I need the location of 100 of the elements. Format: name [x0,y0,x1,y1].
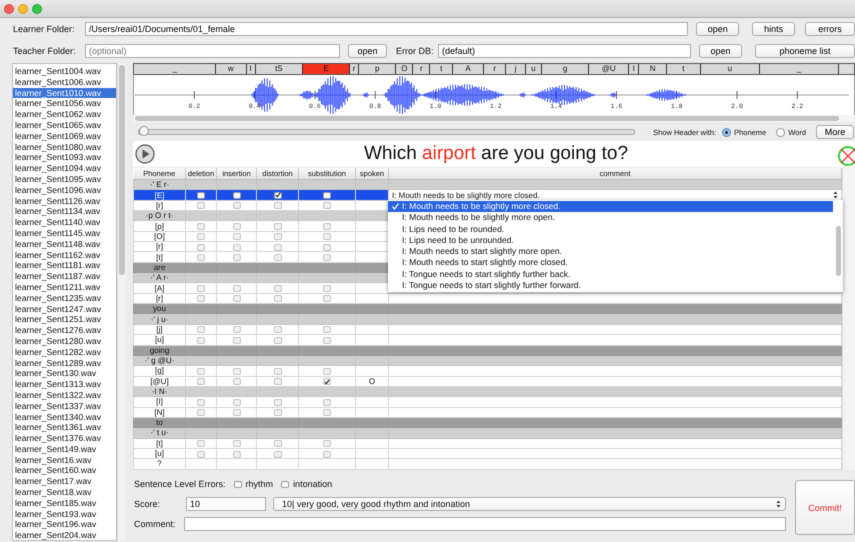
phoneme-segment[interactable]: u [700,64,760,74]
phoneme-segment[interactable]: p [359,64,396,74]
error-db-field[interactable]: (default) [438,44,691,58]
comment-dropdown[interactable]: I: Mouth needs to be slightly more closed. [389,190,842,200]
checkbox[interactable] [323,192,331,199]
scrollbar[interactable] [133,115,855,122]
file-item[interactable]: learner_Sent1280.wav [13,336,116,347]
file-item[interactable]: learner_Sent18.wav [13,487,116,498]
file-item[interactable]: learner_Sent185.wav [13,498,116,509]
menu-item[interactable]: I: Tongue needs to start slightly further forward. [388,280,833,292]
score-dropdown[interactable]: 10| very good, very good rhythm and intonation [273,497,786,511]
phoneme-segment[interactable]: g [542,64,590,74]
file-item[interactable]: learner_Sent1340.wav [13,412,116,422]
menu-item[interactable]: I: Mouth needs to be slightly more closed. [388,201,833,212]
checkbox[interactable]: rhythm [234,479,274,489]
file-item[interactable]: learner_Sent1289.wav [13,358,116,368]
file-item[interactable]: learner_Sent1235.wav [13,292,116,304]
file-item[interactable]: learner_Sent1282.wav [13,346,116,358]
phoneme-segment[interactable]: A [453,64,484,74]
file-item[interactable]: learner_Sent1069.wav [13,130,116,142]
phoneme-segment[interactable]: I [629,64,640,74]
close-icon[interactable] [4,4,14,14]
phoneme-segment[interactable]: t [666,64,701,74]
file-item[interactable]: learner_Sent1140.wav [13,217,116,228]
menu-item[interactable]: I: Lips need to be unrounded. [388,234,833,246]
phoneme-segment[interactable]: _ [760,64,840,74]
zoom-icon[interactable] [32,4,42,14]
checkbox[interactable] [197,192,205,199]
open-button[interactable]: open [699,44,742,58]
file-item[interactable]: learner_Sent1247.wav [13,304,116,314]
file-item[interactable]: learner_Sent1065.wav [13,120,116,131]
phoneme-segment[interactable]: _ [135,64,216,74]
file-item[interactable]: learner_Sent1181.wav [13,260,116,272]
errors-button[interactable]: errors [805,22,855,36]
phoneme-list-button[interactable]: phoneme list [755,44,855,58]
checkbox[interactable] [323,378,331,386]
file-item[interactable]: learner_Sent1126.wav [13,196,116,206]
file-item[interactable]: learner_Sent16.wav [13,454,116,466]
learner-folder-field[interactable]: /Users/reai01/Documents/01_female [84,22,688,36]
phoneme-segment[interactable]: N [639,64,667,74]
file-item[interactable]: learner_Sent130.wav [13,368,116,380]
file-item[interactable]: learner_Sent1095.wav [13,174,116,185]
play-icon[interactable] [135,144,155,164]
file-item[interactable]: learner_Sent1080.wav [13,142,116,152]
scrollbar[interactable] [842,168,855,470]
minimize-icon[interactable] [18,4,28,14]
scrollbar[interactable] [117,63,126,541]
phoneme-segment[interactable]: t [430,64,454,74]
phoneme-segment[interactable]: u [526,64,542,74]
phoneme-segment[interactable]: r [413,64,430,74]
file-item[interactable]: learner_Sent196.wav [13,519,116,530]
file-item[interactable]: learner_Sent1322.wav [13,390,116,401]
menu-item[interactable]: I: Tongue needs to start slightly further back. [388,268,833,280]
file-item[interactable]: learner_Sent1010.wav [13,88,116,98]
file-item[interactable]: learner_Sent1313.wav [13,379,116,390]
checkbox[interactable]: intonation [281,479,332,489]
file-item[interactable]: learner_Sent1187.wav [13,271,116,282]
file-item[interactable]: learner_Sent160.wav [13,465,116,476]
open-button[interactable]: open [696,22,740,36]
file-item[interactable]: learner_Sent1004.wav [13,66,116,77]
file-item[interactable]: learner_Sent1162.wav [13,250,116,260]
checkbox[interactable] [232,192,240,199]
file-item[interactable]: learner_Sent1096.wav [13,184,116,196]
playback-slider[interactable] [138,129,635,135]
file-item[interactable]: learner_Sent1056.wav [13,98,116,110]
file-item[interactable]: learner_Sent17.wav [13,476,116,488]
file-item[interactable]: learner_Sent1094.wav [13,163,116,174]
phoneme-segment[interactable]: r [484,64,506,74]
hints-button[interactable]: hints [752,22,796,36]
file-item[interactable]: learner_Sent1134.wav [13,206,116,218]
file-item[interactable]: learner_Sent149.wav [13,444,116,455]
menu-item[interactable]: I: Lips need to be rounded. [388,224,833,235]
cancel-icon[interactable] [837,145,855,167]
phoneme-segment[interactable]: tS [256,64,304,74]
score-field[interactable]: 10 [186,497,266,511]
phoneme-segment[interactable]: j [506,64,526,74]
file-item[interactable]: learner_Sent1145.wav [13,228,116,239]
phoneme-segment[interactable]: O [396,64,414,74]
menu-item[interactable]: I: Mouth needs to start slightly more open. [388,246,833,258]
file-item[interactable]: learner_Sent1062.wav [13,109,116,120]
phoneme-segment[interactable]: @U [589,64,629,74]
file-item[interactable]: learner_Sent1337.wav [13,400,116,412]
file-item[interactable]: learner_Sent1006.wav [13,76,116,88]
menu-item[interactable]: I: Mouth needs to start slightly more closed. [388,257,833,269]
more-button[interactable]: More [816,125,854,139]
checkbox[interactable] [274,192,282,199]
file-item[interactable]: learner_Sent1148.wav [13,238,116,250]
file-item[interactable]: learner_Sent1376.wav [13,433,116,444]
phoneme-segment[interactable]: w [216,64,246,74]
file-item[interactable]: learner_Sent193.wav [13,508,116,520]
teacher-folder-field[interactable]: (optional) [85,44,340,58]
open-button[interactable]: open [348,44,387,58]
file-item[interactable]: learner_Sent1276.wav [13,325,116,336]
file-item[interactable]: learner_Sent1251.wav [13,314,116,326]
file-item[interactable]: learner_Sent204.wav [13,530,116,540]
file-item[interactable]: learner_Sent1361.wav [13,422,116,434]
file-item[interactable]: learner_Sent1093.wav [13,152,116,164]
comment-field[interactable] [184,517,786,531]
commit-button[interactable]: Commit! [795,480,855,535]
menu-item[interactable]: I: Mouth needs to be slightly more open. [388,212,833,224]
